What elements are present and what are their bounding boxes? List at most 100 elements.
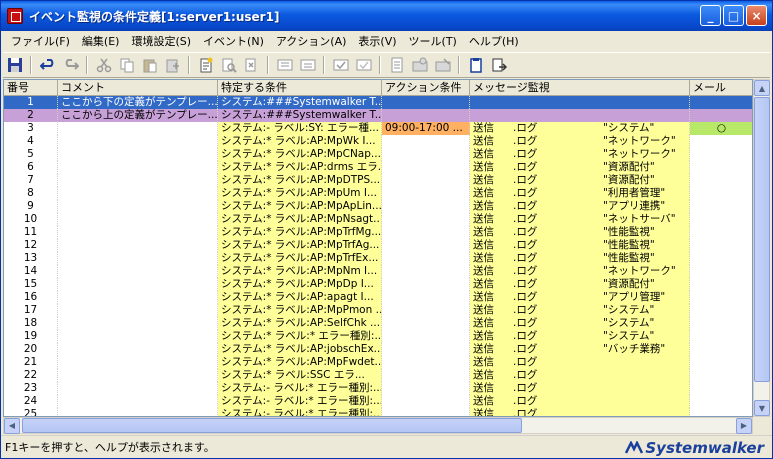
vertical-scrollbar[interactable]: ▲ ▼ — [753, 79, 770, 417]
close-button[interactable]: × — [746, 5, 767, 26]
table-row[interactable]: 13 システム:* ラベル:AP:MpTrfEx... 送信 .ログ "性能監視" — [4, 252, 752, 265]
table-row[interactable]: 15 システム:* ラベル:AP:MpDp I... 送信 .ログ "資源配付" — [4, 278, 752, 291]
table-row[interactable]: 21 システム:* ラベル:AP:MpFwdet... 送信 .ログ — [4, 356, 752, 369]
table-row[interactable]: 16 システム:* ラベル:AP:apagt I... 送信 .ログ "アプリ管理" — [4, 291, 752, 304]
scroll-down-button[interactable]: ▼ — [754, 400, 770, 416]
paste-special-button[interactable] — [162, 55, 183, 75]
minimize-button[interactable]: _ — [700, 5, 721, 26]
scroll-right-button[interactable]: ▶ — [736, 417, 752, 434]
table-body: 1 ここから下の定義がテンプレー... システム:###Systemwalker T… — [4, 96, 752, 416]
clipboard-button[interactable] — [465, 55, 486, 75]
properties-button[interactable] — [386, 55, 407, 75]
menu-help[interactable]: ヘルプ(H) — [463, 33, 525, 49]
table-row[interactable]: 1 ここから下の定義がテンプレー... システム:###Systemwalker T… — [4, 96, 752, 109]
test-button[interactable] — [409, 55, 430, 75]
message-log: .ログ — [513, 304, 538, 316]
menu-settings[interactable]: 環境設定(S) — [125, 33, 197, 49]
menu-edit[interactable]: 編集(E) — [76, 33, 126, 49]
move-up-button[interactable] — [274, 55, 295, 75]
toolbar-separator — [30, 56, 32, 74]
table-row[interactable]: 23 システム:- ラベル:* エラー種別:... 送信 .ログ — [4, 382, 752, 395]
menu-event[interactable]: イベント(N) — [197, 33, 270, 49]
export-button[interactable] — [488, 55, 509, 75]
copy-button[interactable] — [116, 55, 137, 75]
undo-button[interactable] — [37, 55, 58, 75]
row-condition: システム:* ラベル:AP:apagt I... — [218, 291, 382, 304]
message-send: 送信 — [473, 265, 494, 277]
new-document-icon — [200, 57, 212, 73]
table-row[interactable]: 11 システム:* ラベル:AP:MpTrfMg... 送信 .ログ "性能監視" — [4, 226, 752, 239]
row-mail — [690, 382, 752, 395]
message-category: "ネットワーク" — [603, 135, 676, 147]
table-row[interactable]: 14 システム:* ラベル:AP:MpNm I... 送信 .ログ "ネットワーク" — [4, 265, 752, 278]
row-comment — [58, 278, 218, 291]
column-header-comment[interactable]: コメント — [58, 80, 218, 96]
table-row[interactable]: 2 ここから上の定義がテンプレー... システム:###Systemwalker T… — [4, 109, 752, 122]
maximize-button[interactable]: □ — [723, 5, 744, 26]
row-mail — [690, 252, 752, 265]
filter-button[interactable] — [432, 55, 453, 75]
move-down-button[interactable] — [297, 55, 318, 75]
message-send: 送信 — [473, 161, 494, 173]
table-row[interactable]: 4 システム:* ラベル:AP:MpWk I... 送信 .ログ "ネットワーク" — [4, 135, 752, 148]
new-condition-button[interactable] — [195, 55, 216, 75]
column-header-action-condition[interactable]: アクション条件 — [382, 80, 470, 96]
table-row[interactable]: 10 システム:* ラベル:AP:MpNsagt... 送信 .ログ "ネットサーバ" — [4, 213, 752, 226]
row-message-monitor: 送信 .ログ "性能監視" — [470, 252, 690, 265]
table-row[interactable]: 3 システム:- ラベル:SY: エラー種... 09:00-17:00 ... 送信… — [4, 122, 752, 135]
table-row[interactable]: 24 システム:- ラベル:* エラー種別:... 送信 .ログ — [4, 395, 752, 408]
paste-button[interactable] — [139, 55, 160, 75]
table-row[interactable]: 22 システム:* ラベル:SSC エラ... 送信 .ログ — [4, 369, 752, 382]
row-condition: システム:* ラベル:AP:MpDTPS... — [218, 174, 382, 187]
message-category: "性能監視" — [603, 226, 655, 238]
message-log: .ログ — [513, 200, 538, 212]
row-action-condition — [382, 356, 470, 369]
table-row[interactable]: 9 システム:* ラベル:AP:MpApLin... 送信 .ログ "アプリ連携" — [4, 200, 752, 213]
cut-button[interactable] — [93, 55, 114, 75]
message-send: 送信 — [473, 239, 494, 251]
app-icon[interactable] — [7, 8, 23, 24]
menu-view[interactable]: 表示(V) — [352, 33, 402, 49]
menu-action[interactable]: アクション(A) — [270, 33, 353, 49]
condition-table[interactable]: 番号 コメント 特定する条件 アクション条件 メッセージ監視 メール 1 ここから… — [3, 79, 753, 417]
search-button[interactable] — [218, 55, 239, 75]
row-message-monitor: 送信 .ログ — [470, 369, 690, 382]
disable-button[interactable] — [353, 55, 374, 75]
table-row[interactable]: 7 システム:* ラベル:AP:MpDTPS... 送信 .ログ "資源配付" — [4, 174, 752, 187]
toolbar-separator — [86, 56, 88, 74]
row-action-condition — [382, 187, 470, 200]
vertical-scroll-thumb[interactable] — [754, 97, 770, 382]
menu-file[interactable]: ファイル(F) — [5, 33, 76, 49]
horizontal-scroll-thumb[interactable] — [22, 418, 522, 433]
column-header-mail[interactable]: メール — [690, 80, 752, 96]
scroll-left-button[interactable]: ◀ — [4, 417, 20, 434]
row-message-monitor: 送信 .ログ "利用者管理" — [470, 187, 690, 200]
menu-tools[interactable]: ツール(T) — [403, 33, 463, 49]
table-row[interactable]: 18 システム:* ラベル:AP:SelfChk ... 送信 .ログ "システム" — [4, 317, 752, 330]
row-comment — [58, 135, 218, 148]
save-button[interactable] — [4, 55, 25, 75]
table-row[interactable]: 12 システム:* ラベル:AP:MpTrfAg... 送信 .ログ "性能監視" — [4, 239, 752, 252]
row-comment — [58, 291, 218, 304]
redo-button[interactable] — [60, 55, 81, 75]
column-header-no[interactable]: 番号 — [4, 80, 58, 96]
table-row[interactable]: 19 システム:* ラベル:* エラー種別:... 送信 .ログ "システム" — [4, 330, 752, 343]
table-row[interactable]: 17 システム:* ラベル:AP:MpPmon ... 送信 .ログ "システム" — [4, 304, 752, 317]
row-action-condition — [382, 382, 470, 395]
title-bar[interactable]: イベント監視の条件定義[1:server1:user1] _ □ × — [1, 1, 772, 31]
enable-button[interactable] — [330, 55, 351, 75]
search-next-button[interactable] — [241, 55, 262, 75]
table-row[interactable]: 5 システム:* ラベル:AP:MpCNap... 送信 .ログ "ネットワーク" — [4, 148, 752, 161]
table-row[interactable]: 20 システム:* ラベル:AP:jobschEx... 送信 .ログ "バッチ業務" — [4, 343, 752, 356]
row-message-monitor: 送信 .ログ — [470, 382, 690, 395]
table-row[interactable]: 6 システム:* ラベル:AP:drms エラ... 送信 .ログ "資源配付" — [4, 161, 752, 174]
row-mail — [690, 395, 752, 408]
table-row[interactable]: 25 システム:- ラベル:* エラー種別:... 送信 .ログ — [4, 408, 752, 416]
scroll-up-button[interactable]: ▲ — [754, 80, 770, 96]
message-log: .ログ — [513, 395, 538, 407]
column-header-message-monitor[interactable]: メッセージ監視 — [470, 80, 690, 96]
row-number: 4 — [4, 135, 58, 148]
table-row[interactable]: 8 システム:* ラベル:AP:MpUm I... 送信 .ログ "利用者管理" — [4, 187, 752, 200]
column-header-condition[interactable]: 特定する条件 — [218, 80, 382, 96]
horizontal-scrollbar[interactable]: ◀ ▶ — [3, 417, 753, 434]
